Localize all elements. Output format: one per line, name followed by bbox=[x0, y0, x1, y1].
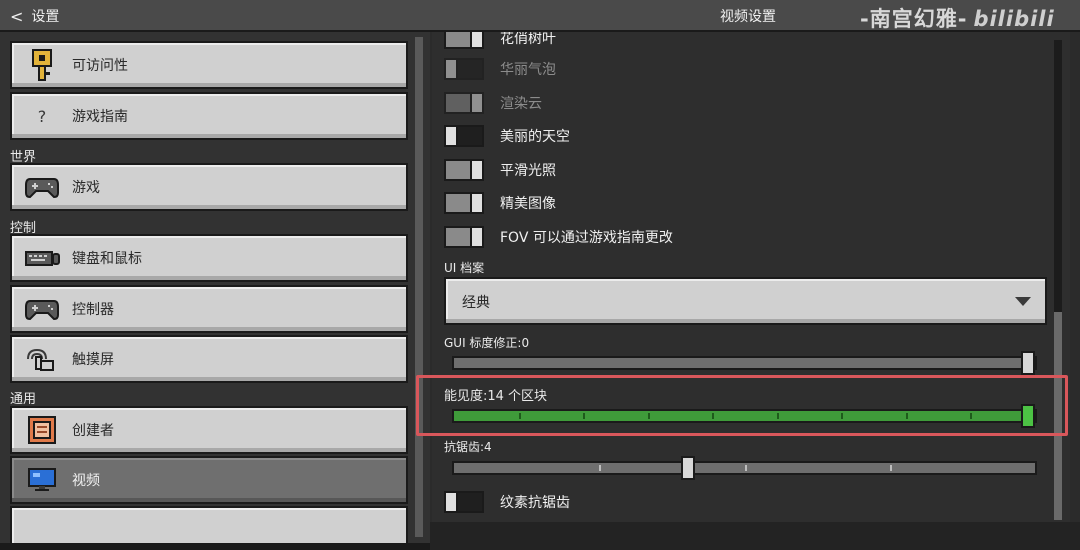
watermark-text: -南宫幻雅- bbox=[860, 7, 968, 31]
controller-icon bbox=[12, 287, 72, 331]
toggle-knob bbox=[444, 58, 458, 80]
watermark: -南宫幻雅-bilibili bbox=[860, 3, 1055, 33]
section-label-general: 通用 bbox=[10, 392, 37, 407]
toggle-label: 渲染云 bbox=[500, 96, 542, 112]
sidebar-scroll-thumb[interactable] bbox=[415, 37, 423, 537]
back-label: 设置 bbox=[31, 9, 60, 25]
sidebar-item-label: 创建者 bbox=[72, 423, 114, 439]
sidebar-item-label: 键盘和鼠标 bbox=[72, 251, 142, 267]
touch-icon bbox=[12, 337, 72, 381]
toggle-knob bbox=[470, 92, 484, 114]
sidebar-item-creator[interactable]: 创建者 bbox=[10, 406, 408, 454]
ui-profile-value: 经典 bbox=[462, 295, 490, 311]
slider-tick bbox=[599, 465, 601, 471]
toggle-knob bbox=[444, 491, 458, 513]
toggle-knob bbox=[444, 125, 458, 147]
gui-scale-label: GUI 标度修正:0 bbox=[444, 336, 530, 350]
sidebar-item-label: 可访问性 bbox=[72, 58, 128, 74]
video-settings-panel: 花俏树叶 华丽气泡 渲染云 美丽的天空 平滑光照 精美图像 FOV 可以通过游戏… bbox=[432, 32, 1070, 522]
sidebar-item-touch[interactable]: 触摸屏 bbox=[10, 335, 408, 383]
toggle-knob bbox=[470, 192, 484, 214]
smooth-lighting-toggle[interactable] bbox=[444, 159, 484, 181]
toggle-row-texel-aa: 纹素抗锯齿 bbox=[444, 488, 570, 516]
gui-scale-slider[interactable] bbox=[452, 351, 1037, 375]
toggle-row-beautiful-skies: 美丽的天空 bbox=[444, 122, 570, 150]
sidebar-scrollbar[interactable] bbox=[415, 37, 423, 537]
slider-tick bbox=[890, 465, 892, 471]
sidebar-item-label: 游戏指南 bbox=[72, 109, 128, 125]
question-icon: ? bbox=[37, 106, 47, 126]
fancy-bubbles-toggle[interactable] bbox=[444, 58, 484, 80]
toggle-label: 美丽的天空 bbox=[500, 129, 570, 145]
back-button[interactable]: < 设置 bbox=[10, 4, 59, 28]
bilibili-logo: bilibili bbox=[973, 7, 1055, 31]
settings-sidebar: 可访问性 ? 游戏指南 世界 游戏 控制 键盘和鼠标 控制器 触摸屏 通用 创建… bbox=[0, 32, 430, 550]
antialiasing-slider[interactable] bbox=[452, 456, 1037, 480]
toggle-row-fov: FOV 可以通过游戏指南更改 bbox=[444, 223, 673, 251]
beautiful-skies-toggle[interactable] bbox=[444, 125, 484, 147]
sidebar-item-label: 游戏 bbox=[72, 180, 100, 196]
toggle-row-render-clouds: 渲染云 bbox=[444, 89, 542, 117]
bottom-strip bbox=[430, 522, 1080, 550]
toggle-row-fancy-bubbles: 华丽气泡 bbox=[444, 55, 556, 83]
top-bar: < 设置 视频设置 -南宫幻雅-bilibili bbox=[0, 0, 1080, 32]
toggle-knob bbox=[470, 159, 484, 181]
toggle-label: FOV 可以通过游戏指南更改 bbox=[500, 230, 673, 246]
antialiasing-slider-thumb[interactable] bbox=[681, 456, 695, 480]
toggle-label: 精美图像 bbox=[500, 196, 556, 212]
toggle-label: 花俏树叶 bbox=[500, 32, 556, 47]
monitor-icon bbox=[12, 458, 72, 502]
sidebar-item-label: 视频 bbox=[72, 473, 100, 489]
fov-toggle[interactable] bbox=[444, 226, 484, 248]
texel-antialiasing-toggle[interactable] bbox=[444, 491, 484, 513]
toggle-label: 华丽气泡 bbox=[500, 62, 556, 78]
gamepad-icon bbox=[12, 165, 72, 209]
sidebar-item-label: 控制器 bbox=[72, 302, 114, 318]
toggle-row-smooth-lighting: 平滑光照 bbox=[444, 156, 556, 184]
toggle-label: 纹素抗锯齿 bbox=[500, 495, 570, 511]
chevron-left-icon: < bbox=[10, 6, 24, 26]
sidebar-item-label: 触摸屏 bbox=[72, 352, 114, 368]
settings-scrollbar[interactable] bbox=[1054, 40, 1062, 520]
ui-profile-label: UI 档案 bbox=[444, 261, 485, 275]
toggle-knob bbox=[470, 226, 484, 248]
highlight-annotation bbox=[416, 375, 1068, 436]
sidebar-item-guide[interactable]: ? 游戏指南 bbox=[10, 92, 408, 140]
sidebar-item-accessibility[interactable]: 可访问性 bbox=[10, 41, 408, 89]
fancy-graphics-toggle[interactable] bbox=[444, 192, 484, 214]
toggle-knob bbox=[470, 32, 484, 49]
sidebar-item-controller[interactable]: 控制器 bbox=[10, 285, 408, 333]
fancy-leaves-toggle[interactable] bbox=[444, 32, 484, 49]
sidebar-item-keyboard-mouse[interactable]: 键盘和鼠标 bbox=[10, 234, 408, 282]
render-clouds-toggle[interactable] bbox=[444, 92, 484, 114]
creator-icon bbox=[12, 408, 72, 452]
toggle-row-fancy-graphics: 精美图像 bbox=[444, 189, 556, 217]
keyboard-icon bbox=[12, 236, 72, 280]
gui-scale-slider-thumb[interactable] bbox=[1021, 351, 1035, 375]
slider-tick bbox=[745, 465, 747, 471]
sidebar-item-video[interactable]: 视频 bbox=[10, 456, 408, 504]
toggle-row-fancy-leaves: 花俏树叶 bbox=[444, 32, 556, 52]
sidebar-item-game[interactable]: 游戏 bbox=[10, 163, 408, 211]
antialiasing-label: 抗锯齿:4 bbox=[444, 440, 492, 454]
toggle-label: 平滑光照 bbox=[500, 163, 556, 179]
page-title: 视频设置 bbox=[720, 9, 776, 25]
key-icon bbox=[12, 43, 72, 87]
sidebar-bottom-divider bbox=[0, 543, 430, 550]
ui-profile-dropdown[interactable]: 经典 bbox=[444, 277, 1047, 325]
chevron-down-icon bbox=[1015, 297, 1031, 306]
